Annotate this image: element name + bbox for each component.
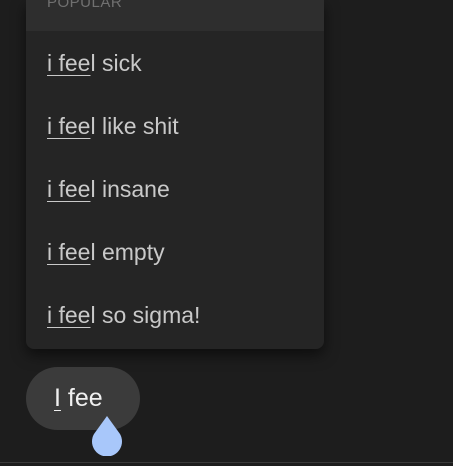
suggestion-match: i fee xyxy=(47,49,91,76)
suggestion-rest: l empty xyxy=(90,238,165,265)
autocomplete-dropdown: POPULAR i feel sick i feel like shit i f… xyxy=(26,0,324,349)
suggestion-item[interactable]: i feel empty xyxy=(26,220,324,283)
suggestion-rest: l insane xyxy=(90,175,170,202)
suggestion-match: i fee xyxy=(47,238,91,265)
divider xyxy=(0,462,453,463)
suggestion-text: i feel empty xyxy=(47,238,165,266)
suggestion-text: i feel like shit xyxy=(47,112,179,140)
text-selection-handle-shape xyxy=(92,416,122,457)
text-selection-handle-icon[interactable] xyxy=(89,414,125,457)
suggestion-text: i feel so sigma! xyxy=(47,301,200,329)
suggestion-rest: l like shit xyxy=(90,112,179,139)
dropdown-section-header: POPULAR xyxy=(26,0,324,31)
input-rest: fee xyxy=(60,384,103,412)
suggestion-match: i fee xyxy=(47,175,91,202)
suggestion-match: i fee xyxy=(47,112,91,139)
suggestion-rest: l sick xyxy=(90,49,142,76)
suggestion-item[interactable]: i feel like shit xyxy=(26,94,324,157)
suggestion-text: i feel insane xyxy=(47,175,170,203)
screen: POPULAR i feel sick i feel like shit i f… xyxy=(0,0,453,466)
suggestion-rest: l so sigma! xyxy=(90,301,201,328)
input-text: I fee xyxy=(54,384,103,412)
section-label: POPULAR xyxy=(47,0,123,11)
input-current-word: I xyxy=(54,384,61,412)
suggestion-text: i feel sick xyxy=(47,49,142,77)
suggestion-item[interactable]: i feel sick xyxy=(26,31,324,94)
suggestion-item[interactable]: i feel insane xyxy=(26,157,324,220)
suggestion-match: i fee xyxy=(47,301,91,328)
suggestion-item[interactable]: i feel so sigma! xyxy=(26,283,324,346)
